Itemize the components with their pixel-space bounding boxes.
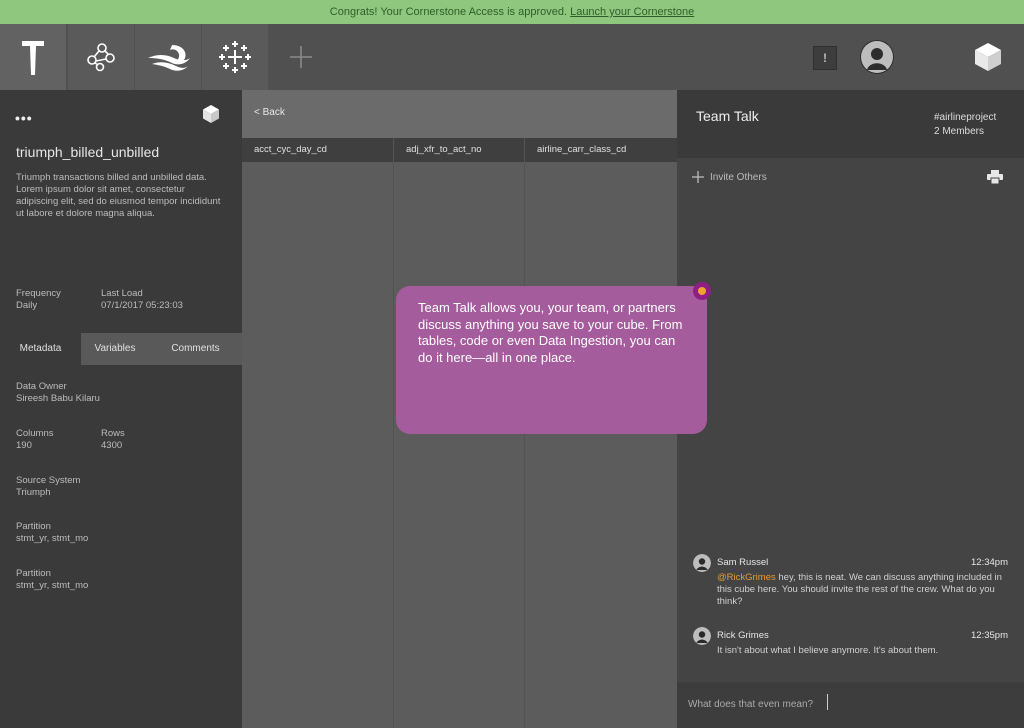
back-bar: < Back xyxy=(242,90,677,138)
top-navigation-bar: ! xyxy=(0,24,1024,90)
chat-message: Rick Grimes 12:35pm It isn't about what … xyxy=(693,627,1008,667)
alert-icon[interactable]: ! xyxy=(813,46,837,70)
team-talk-title: Team Talk xyxy=(696,108,759,124)
print-icon[interactable] xyxy=(987,170,1003,184)
person-icon xyxy=(693,554,711,572)
avatar xyxy=(693,554,711,572)
column-header[interactable]: acct_cyc_day_cd xyxy=(242,138,394,162)
cube-icon xyxy=(203,105,219,123)
hammer-icon xyxy=(22,41,44,75)
team-talk-panel: Team Talk #airlineproject 2 Members Invi… xyxy=(677,90,1024,728)
table-column xyxy=(394,162,525,728)
nav-tile-data-ingestion[interactable] xyxy=(135,24,201,90)
last-load-label: Last Load xyxy=(101,288,143,299)
banner-text: Congrats! Your Cornerstone Access is app… xyxy=(329,6,568,18)
user-avatar-icon[interactable] xyxy=(860,40,894,74)
nav-tile-network[interactable] xyxy=(68,24,134,90)
message-author: Sam Russel xyxy=(717,557,769,568)
message-text: @RickGrimes hey, this is neat. We can di… xyxy=(717,572,1007,608)
chat-message: Sam Russel 12:34pm @RickGrimes hey, this… xyxy=(693,554,1008,614)
message-author: Rick Grimes xyxy=(717,630,769,641)
source-system-label: Source System xyxy=(16,475,81,486)
column-header[interactable]: adj_xfr_to_act_no xyxy=(394,138,525,162)
nav-tile-tableau[interactable] xyxy=(202,24,268,90)
launch-cornerstone-link[interactable]: Launch your Cornerstone xyxy=(570,6,694,18)
plus-icon[interactable] xyxy=(288,44,314,70)
tab-metadata[interactable]: Metadata xyxy=(0,333,81,365)
plus-icon xyxy=(692,171,704,183)
data-owner-label: Data Owner xyxy=(16,381,67,392)
person-icon xyxy=(693,627,711,645)
tab-comments[interactable]: Comments xyxy=(149,333,242,365)
text-cursor xyxy=(827,694,828,710)
nav-tile-build[interactable] xyxy=(0,24,66,90)
cube-name: triumph_billed_unbilled xyxy=(16,144,160,160)
frequency-value: Daily xyxy=(16,300,38,311)
partition-value-2: stmt_yr, stmt_mo xyxy=(16,580,89,591)
frequency-label: Frequency xyxy=(16,288,61,299)
cube-description: Triumph transactions billed and unbilled… xyxy=(16,172,221,219)
message-time: 12:34pm xyxy=(971,557,1008,568)
user-mention[interactable]: @RickGrimes xyxy=(717,572,776,583)
details-tabs: Metadata Variables Comments xyxy=(0,333,242,365)
members-count[interactable]: 2 Members xyxy=(934,126,984,137)
partition-value: stmt_yr, stmt_mo xyxy=(16,533,89,544)
source-system-value: Triumph xyxy=(16,487,51,498)
cube-icon[interactable] xyxy=(972,41,1004,73)
project-tag[interactable]: #airlineproject xyxy=(934,112,996,123)
chat-input-bar xyxy=(677,682,1024,728)
partition-label-2: Partition xyxy=(16,568,51,579)
rows-value: 4300 xyxy=(101,440,123,451)
invite-others-button[interactable]: Invite Others xyxy=(691,170,767,184)
columns-value: 190 xyxy=(16,440,32,451)
tooltip-hotspot-icon[interactable] xyxy=(693,282,711,300)
table-header: acct_cyc_day_cd adj_xfr_to_act_no airlin… xyxy=(242,138,677,162)
message-text: It isn't about what I believe anymore. I… xyxy=(717,645,939,656)
message-time: 12:35pm xyxy=(971,630,1008,641)
team-talk-header: Team Talk #airlineproject 2 Members xyxy=(677,90,1024,158)
columns-label: Columns xyxy=(16,428,54,439)
tableau-icon xyxy=(219,41,251,73)
invite-others-label: Invite Others xyxy=(710,171,767,183)
table-column xyxy=(242,162,394,728)
back-button[interactable]: < Back xyxy=(254,107,285,118)
more-options-icon[interactable]: ••• xyxy=(15,110,33,126)
column-header[interactable]: airline_carr_class_cd xyxy=(525,138,677,162)
network-icon xyxy=(87,43,115,72)
tab-variables[interactable]: Variables xyxy=(81,333,149,365)
approval-banner: Congrats! Your Cornerstone Access is app… xyxy=(0,0,1024,24)
team-talk-tooltip: Team Talk allows you, your team, or part… xyxy=(396,286,707,434)
partition-label: Partition xyxy=(16,521,51,532)
table-column xyxy=(525,162,677,728)
data-owner-value: Sireesh Babu Kilaru xyxy=(16,393,100,404)
last-load-value: 07/1/2017 05:23:03 xyxy=(101,300,183,311)
cube-details-panel: ••• triumph_billed_unbilled Triumph tran… xyxy=(0,90,242,728)
rows-label: Rows xyxy=(101,428,125,439)
data-ingestion-icon xyxy=(148,45,190,71)
person-icon xyxy=(861,41,893,73)
avatar xyxy=(693,627,711,645)
chat-message-input[interactable] xyxy=(688,692,1013,716)
